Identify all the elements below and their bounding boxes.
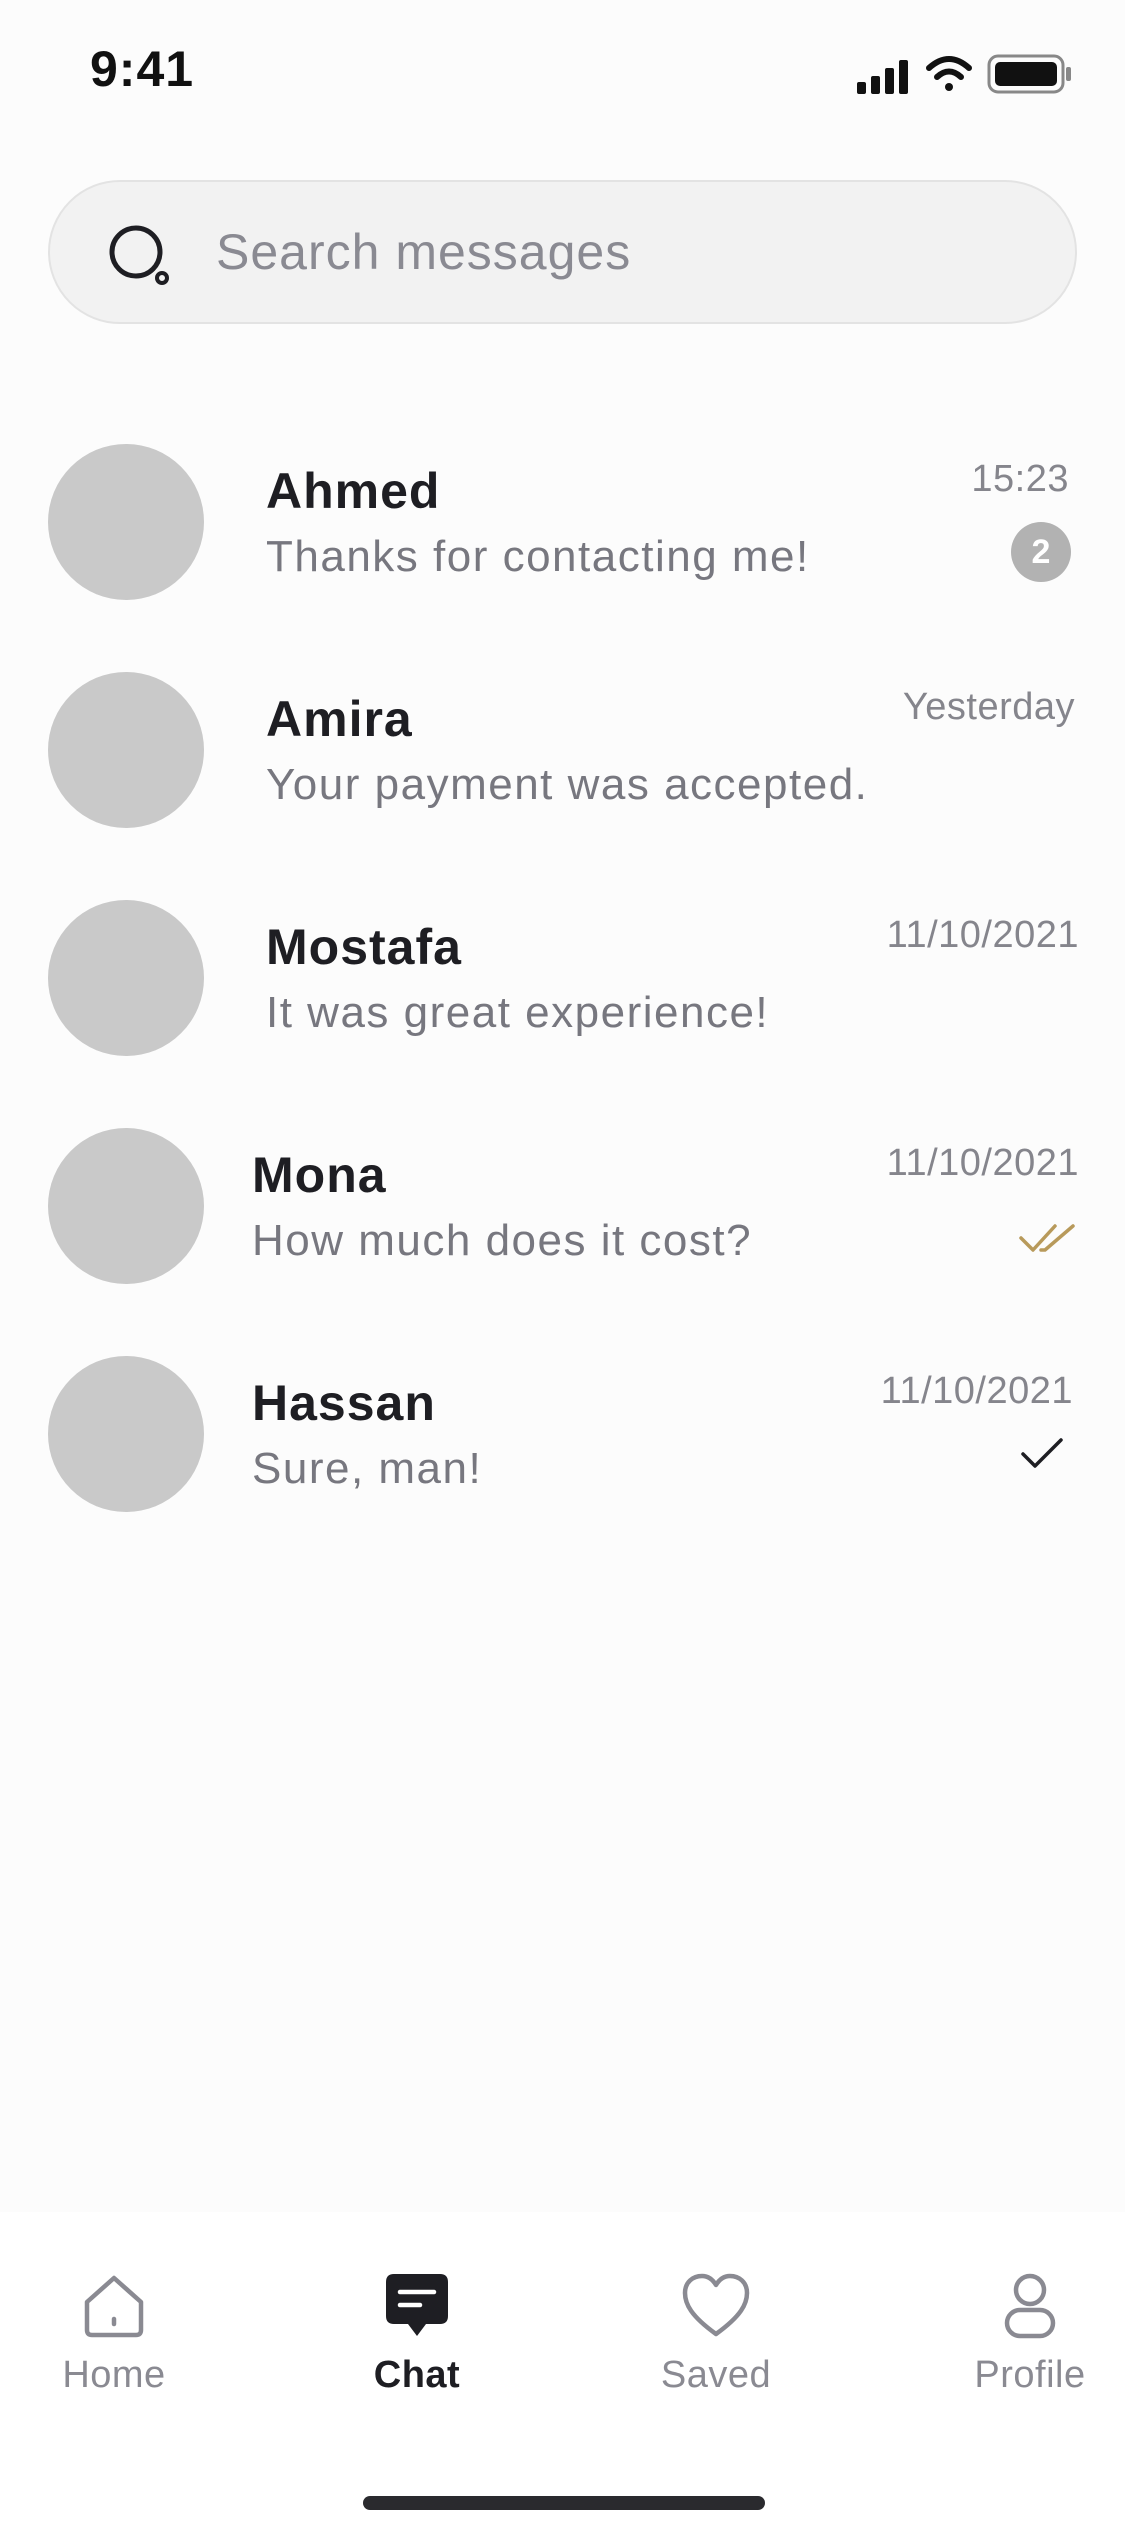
chat-item-mona[interactable]: Mona How much does it cost? 11/10/2021 <box>0 1116 1125 1344</box>
tab-bar: Home Chat Saved Profile <box>0 2212 1125 2538</box>
chat-time: 11/10/2021 <box>880 1370 1073 1412</box>
chat-time: 15:23 <box>971 458 1069 500</box>
chat-name: Amira <box>266 691 413 747</box>
tab-label: Home <box>62 2354 166 2396</box>
tab-profile[interactable]: Profile <box>920 2272 1125 2422</box>
chat-item-hassan[interactable]: Hassan Sure, man! 11/10/2021 <box>0 1344 1125 1572</box>
tab-label: Profile <box>974 2354 1086 2396</box>
signal-icon <box>857 60 908 94</box>
chat-item-mostafa[interactable]: Mostafa It was great experience! 11/10/2… <box>0 888 1125 1116</box>
avatar <box>48 900 204 1056</box>
chat-time: Yesterday <box>902 686 1075 728</box>
status-bar: 9:41 <box>0 0 1125 140</box>
tab-label: Chat <box>373 2354 461 2396</box>
chat-time: 11/10/2021 <box>886 914 1079 956</box>
avatar <box>48 1128 204 1284</box>
chat-preview: Your payment was accepted. <box>266 760 869 809</box>
status-time: 9:41 <box>90 41 195 97</box>
tab-home[interactable]: Home <box>4 2272 224 2422</box>
chat-preview: It was great experience! <box>266 988 770 1037</box>
tab-label: Saved <box>660 2354 772 2396</box>
search-icon <box>109 225 169 285</box>
home-indicator <box>363 2496 765 2510</box>
tab-chat[interactable]: Chat <box>307 2272 527 2422</box>
avatar <box>48 444 204 600</box>
tab-saved[interactable]: Saved <box>606 2272 826 2422</box>
wifi-icon <box>926 56 972 91</box>
chat-name: Hassan <box>252 1375 436 1431</box>
chat-icon <box>386 2274 448 2336</box>
avatar <box>48 1356 204 1512</box>
chat-name: Ahmed <box>266 463 441 519</box>
chat-name: Mostafa <box>266 919 462 975</box>
chat-preview: How much does it cost? <box>252 1216 753 1265</box>
check-icon <box>1021 1438 1063 1468</box>
chat-time: 11/10/2021 <box>886 1142 1079 1184</box>
chat-preview: Sure, man! <box>252 1444 483 1493</box>
double-check-icon <box>1019 1224 1075 1252</box>
search-input[interactable] <box>216 182 1036 322</box>
chat-name: Mona <box>252 1147 387 1203</box>
user-icon <box>1004 2273 1056 2339</box>
home-icon <box>84 2275 144 2338</box>
battery-icon <box>987 54 1071 94</box>
chat-item-ahmed[interactable]: Ahmed Thanks for contacting me! 15:23 2 <box>0 432 1125 660</box>
chat-preview: Thanks for contacting me! <box>266 532 810 581</box>
chat-item-amira[interactable]: Amira Your payment was accepted. Yesterd… <box>0 660 1125 888</box>
avatar <box>48 672 204 828</box>
unread-badge: 2 <box>1011 522 1071 582</box>
search-bar[interactable] <box>48 180 1077 324</box>
heart-icon <box>682 2273 750 2337</box>
status-icons <box>857 54 1071 94</box>
